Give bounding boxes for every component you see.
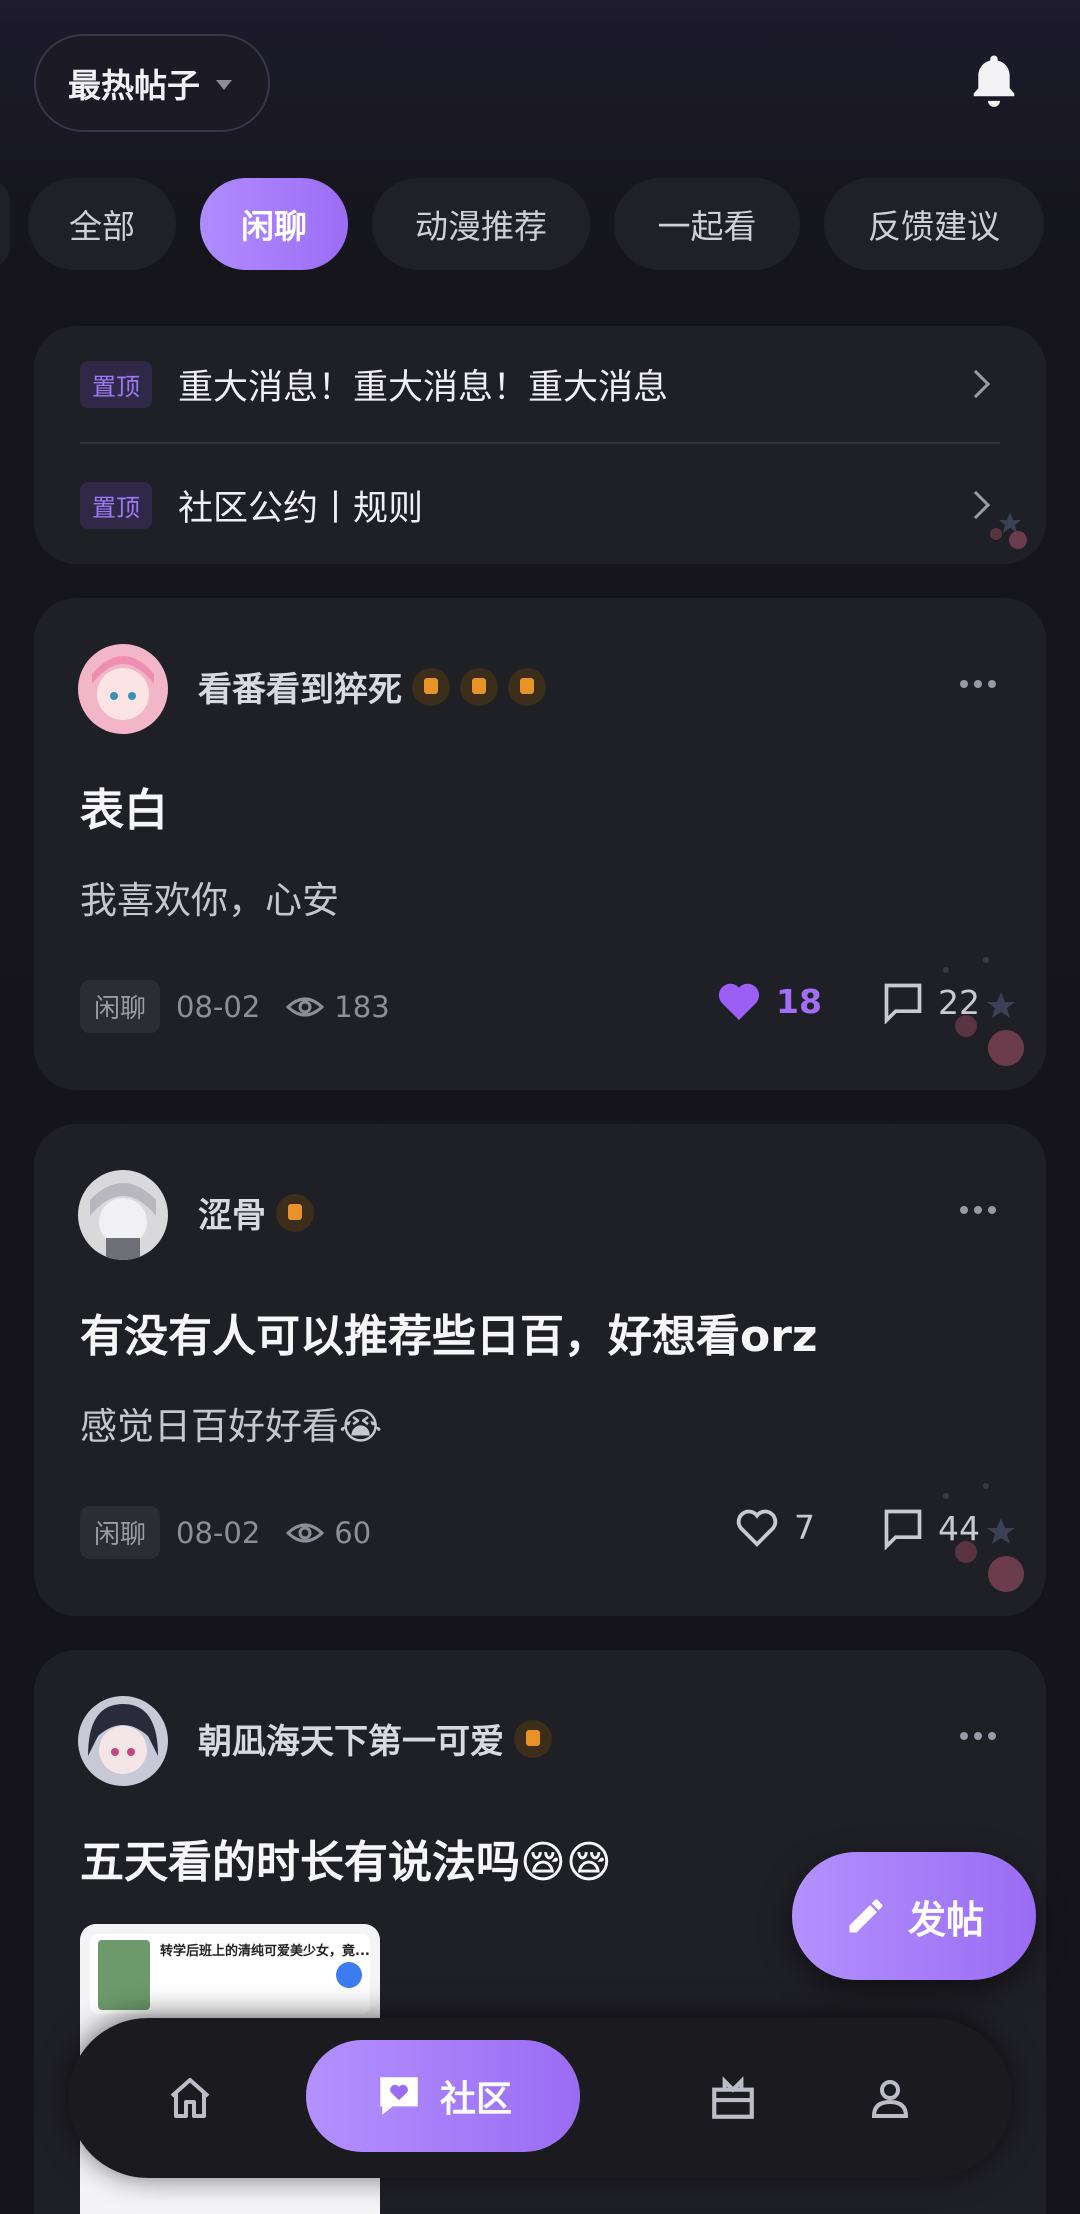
user-icon [871,2080,909,2118]
avatar[interactable] [78,1696,168,1786]
gift-icon [712,2076,754,2119]
community-heart-icon [380,2077,418,2115]
more-icon[interactable] [960,680,996,688]
author-name[interactable]: 涩骨 [198,1188,314,1237]
caret-down-icon [216,79,232,90]
pinned-text: 社区公约丨规则 [178,488,424,529]
thumb-cover [98,1940,150,2010]
author-name-text: 朝凪海天下第一可爱 [198,1722,504,1762]
post-meta: 闲聊 08-02 60 [80,1506,371,1559]
bell-icon[interactable] [966,52,1022,112]
chevron-right-icon [961,490,991,520]
trend-medal-icon [460,667,498,706]
thumb-title: 转学后班上的清纯可爱美少女，竟... [160,1944,370,1959]
post-title: 五天看的时长有说法吗😪😪 [80,1837,612,1888]
nav-profile[interactable] [850,2058,930,2138]
post-meta: 闲聊 08-02 183 [80,980,390,1033]
bottom-navigation: 社区 [68,2018,1012,2178]
eye-icon [286,1523,325,1542]
post-body: 感觉日百好好看😭 [80,1405,383,1448]
chevron-right-icon [961,369,991,399]
nav-community[interactable]: 社区 [306,2040,580,2152]
create-post-label: 发帖 [907,1897,984,1942]
comment-button[interactable]: 44 [880,1506,980,1550]
heart-outline-icon [736,1509,778,1547]
more-icon[interactable] [960,1732,996,1740]
author-name-text: 看番看到猝死 [198,670,402,710]
eye-icon [286,997,325,1016]
more-icon[interactable] [960,1206,996,1214]
category-chip[interactable]: 闲聊 [80,1506,161,1559]
pinned-badge: 置顶 [80,360,152,408]
view-count: 60 [334,1515,372,1550]
pinned-card: 置顶 重大消息！重大消息！重大消息 置顶 社区公约丨规则 [34,326,1046,564]
comment-count: 44 [938,1508,980,1548]
like-count: 7 [794,1507,815,1547]
pinned-badge: 置顶 [80,481,152,529]
sort-dropdown[interactable]: 最热帖子 [34,34,270,132]
sort-label: 最热帖子 [68,66,200,105]
view-count: 183 [334,989,390,1024]
post-date: 08-02 [176,1515,261,1550]
chat-medal-icon [412,667,450,706]
tab-anime-recommend[interactable]: 动漫推荐 [372,178,590,270]
home-icon [170,2078,210,2118]
tab-chat[interactable]: 闲聊 [200,178,348,270]
avatar[interactable] [78,644,168,734]
comment-count: 22 [938,982,980,1022]
like-button[interactable]: 7 [734,1506,815,1548]
post-body: 我喜欢你，心安 [80,879,339,922]
app-root: 最热帖子 全部 闲聊 动漫推荐 一起看 反馈建议 置顶 重大消息！重大消息！重大… [0,0,1080,2214]
play-icon [336,1962,362,1988]
nav-home[interactable] [150,2058,230,2138]
thumb-card: 转学后班上的清纯可爱美少女，竟... [90,1934,370,2014]
tab-overflow-edge [0,178,10,270]
pinned-item[interactable]: 置顶 重大消息！重大消息！重大消息 [80,326,1000,444]
like-count: 18 [776,981,822,1021]
post-title: 有没有人可以推荐些日百，好想看orz [80,1311,818,1362]
comment-icon [884,983,922,1024]
author-name[interactable]: 看番看到猝死 [198,662,546,711]
post-card[interactable]: 看番看到猝死 表白 我喜欢你，心安 闲聊 08-02 183 18 22 [34,598,1046,1090]
pencil-icon [849,1899,883,1933]
comment-icon [884,1509,922,1550]
nav-community-label: 社区 [439,2079,512,2120]
heart-filled-icon [718,983,760,1021]
pinned-text: 重大消息！重大消息！重大消息 [178,367,669,408]
category-chip[interactable]: 闲聊 [80,980,161,1033]
tab-all[interactable]: 全部 [28,178,176,270]
create-post-button[interactable]: 发帖 [792,1852,1036,1980]
author-name[interactable]: 朝凪海天下第一可爱 [198,1714,552,1763]
award-medal-icon [508,667,546,706]
category-tabs: 全部 闲聊 动漫推荐 一起看 反馈建议 [0,178,1080,270]
award-medal-icon [276,1193,314,1232]
pinned-item[interactable]: 置顶 社区公约丨规则 [80,446,1000,564]
post-card[interactable]: 涩骨 有没有人可以推荐些日百，好想看orz 感觉日百好好看😭 闲聊 08-02 … [34,1124,1046,1616]
author-name-text: 涩骨 [198,1196,266,1236]
award-medal-icon [514,1719,552,1758]
nav-gifts[interactable] [693,2058,773,2138]
comment-button[interactable]: 22 [880,980,980,1024]
like-button[interactable]: 18 [716,980,822,1022]
post-date: 08-02 [176,989,261,1024]
tab-watch-together[interactable]: 一起看 [614,178,800,270]
avatar[interactable] [78,1170,168,1260]
tab-feedback[interactable]: 反馈建议 [824,178,1044,270]
post-title: 表白 [80,785,168,836]
